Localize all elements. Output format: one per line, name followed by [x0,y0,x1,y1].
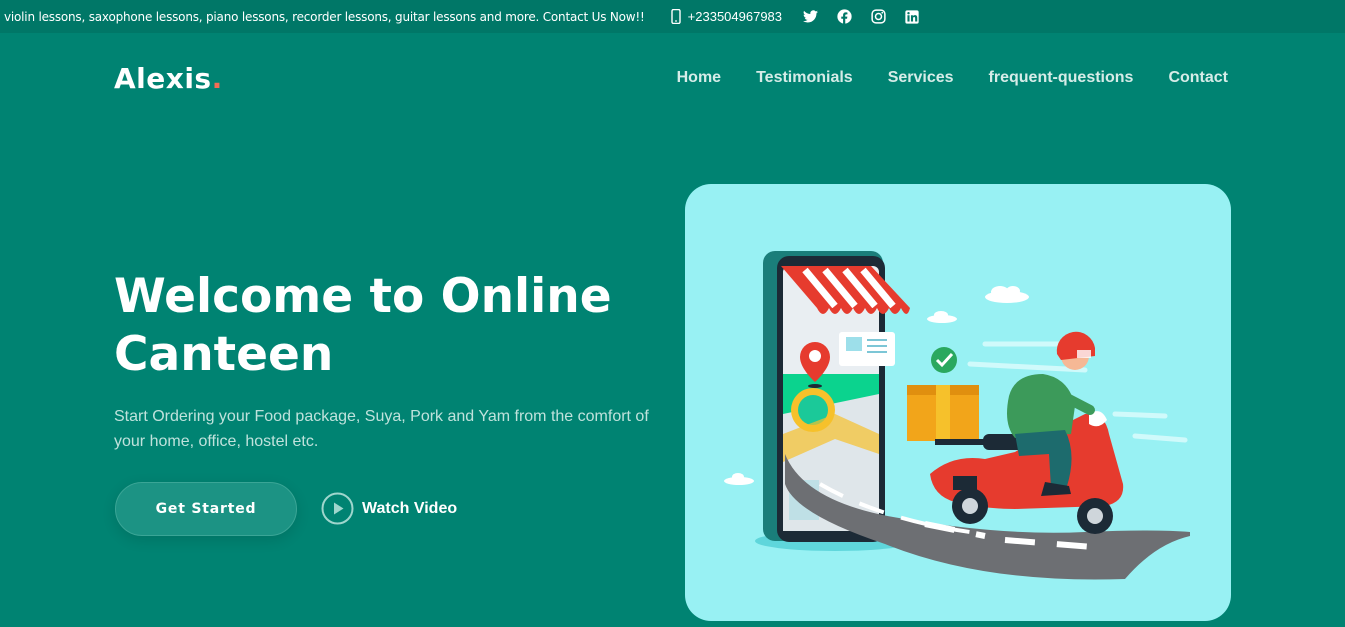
nav-contact[interactable]: Contact [1168,69,1228,87]
hero-illustration-card [685,184,1231,621]
facebook-icon[interactable] [836,9,852,25]
nav-testimonials[interactable]: Testimonials [756,69,853,87]
brand-logo[interactable]: Alexis. [114,62,223,95]
brand-name: Alexis [114,62,212,95]
mobile-phone-icon [670,9,681,24]
delivery-scooter-illustration [724,251,1190,580]
marquee-text: violin lessons, saxophone lessons, piano… [4,9,645,24]
nav-home[interactable]: Home [677,69,721,87]
phone-contact[interactable]: +233504967983 [670,9,783,24]
main-nav: Home Testimonials Services frequent-ques… [677,69,1228,87]
hero-subtitle: Start Ordering your Food package, Suya, … [114,408,649,450]
linkedin-icon[interactable] [904,9,920,25]
instagram-icon[interactable] [870,9,886,25]
nav-services[interactable]: Services [888,69,954,87]
hero-title: Welcome to Online Canteen [114,269,612,382]
social-links [802,9,920,25]
top-bar: violin lessons, saxophone lessons, piano… [0,0,1345,33]
watch-video-label: Watch Video [362,499,458,517]
watch-video-button[interactable]: Watch Video [321,492,457,525]
nav-frequent-questions[interactable]: frequent-questions [989,69,1134,87]
get-started-button[interactable]: Get Started [115,482,297,536]
twitter-icon[interactable] [802,9,818,25]
play-circle-icon [321,492,354,525]
brand-dot: . [211,62,223,95]
phone-number: +233504967983 [687,9,783,24]
